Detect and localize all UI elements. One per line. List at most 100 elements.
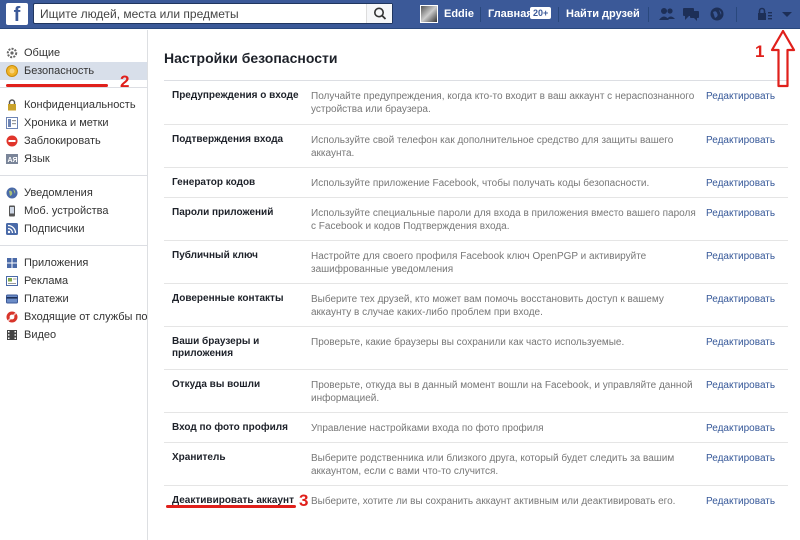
sidebar-item-mobile[interactable]: Моб. устройства [0, 202, 147, 220]
setting-row-where-logged-in[interactable]: Откуда вы вошли Проверьте, откуда вы в д… [164, 370, 788, 413]
divider [736, 7, 737, 22]
avatar[interactable] [420, 5, 438, 23]
setting-label: Доверенные контакты [172, 293, 284, 304]
block-icon [6, 135, 18, 147]
setting-row-trusted-contacts[interactable]: Доверенные контакты Выберите тех друзей,… [164, 284, 788, 327]
sidebar-item-label: Конфиденциальность [24, 99, 136, 111]
divider [0, 245, 147, 246]
setting-description: Проверьте, откуда вы в данный момент вош… [311, 380, 693, 404]
edit-link[interactable]: Редактировать [706, 134, 775, 147]
setting-row-browsers-apps[interactable]: Ваши браузеры и приложения Проверьте, ка… [164, 327, 788, 370]
gear-icon [6, 47, 18, 59]
svg-text:AЯ: AЯ [8, 157, 18, 164]
sidebar-item-blocking[interactable]: Заблокировать [0, 132, 147, 150]
sidebar-item-label: Уведомления [24, 187, 93, 199]
sidebar-item-ads[interactable]: Реклама [0, 272, 147, 290]
setting-row-legacy-contact[interactable]: Хранитель Выберите родственника или близ… [164, 443, 788, 486]
sidebar-item-label: Реклама [24, 275, 69, 287]
setting-row-deactivate-account[interactable]: Деактивировать аккаунт Выберите, хотите … [164, 486, 788, 517]
setting-row-public-key[interactable]: Публичный ключ Настройте для своего проф… [164, 241, 788, 284]
ads-icon [6, 276, 18, 286]
privacy-lock-icon[interactable] [756, 6, 774, 22]
language-icon: AЯ [6, 154, 18, 164]
search-input[interactable] [34, 4, 368, 23]
edit-link[interactable]: Редактировать [706, 207, 775, 220]
mobile-icon [9, 205, 15, 217]
setting-description: Выберите, хотите ли вы сохранить аккаунт… [311, 496, 676, 507]
edit-link[interactable]: Редактировать [706, 336, 775, 349]
find-friends-link[interactable]: Найти друзей [566, 8, 640, 20]
sidebar-item-general[interactable]: Общие [0, 44, 147, 62]
divider [480, 7, 481, 22]
edit-link[interactable]: Редактировать [706, 495, 775, 508]
edit-link[interactable]: Редактировать [706, 379, 775, 392]
profile-link[interactable]: Eddie [444, 8, 474, 20]
search-box [33, 3, 393, 24]
sidebar-item-language[interactable]: AЯ Язык [0, 150, 147, 168]
sidebar-item-label: Хроника и метки [24, 117, 109, 129]
edit-link[interactable]: Редактировать [706, 422, 775, 435]
sidebar-item-apps[interactable]: Приложения [0, 254, 147, 272]
search-button[interactable] [366, 4, 392, 23]
annotation-underline-security [6, 84, 108, 87]
video-icon [7, 330, 17, 340]
setting-label: Хранитель [172, 452, 226, 463]
setting-description: Выберите тех друзей, кто может вам помоч… [311, 294, 664, 318]
sidebar-item-followers[interactable]: Подписчики [0, 220, 147, 238]
facebook-logo[interactable]: f [6, 3, 28, 26]
sidebar-item-label: Платежи [24, 293, 69, 305]
friend-requests-icon[interactable] [658, 6, 676, 22]
setting-label: Откуда вы вошли [172, 379, 261, 390]
setting-label: Предупреждения о входе [172, 90, 299, 101]
edit-link[interactable]: Редактировать [706, 452, 775, 465]
settings-page: f Eddie Главная 20+ Найти друзей [0, 0, 800, 540]
timeline-icon [6, 117, 18, 129]
sidebar-item-notifications[interactable]: Уведомления [0, 184, 147, 202]
edit-link[interactable]: Редактировать [706, 250, 775, 263]
sidebar-item-videos[interactable]: Видео [0, 326, 147, 344]
messages-icon[interactable] [682, 6, 700, 22]
support-icon [6, 311, 18, 323]
setting-row-login-alerts[interactable]: Предупреждения о входе Получайте предупр… [164, 81, 788, 125]
setting-row-app-passwords[interactable]: Пароли приложений Используйте специальны… [164, 198, 788, 241]
setting-description: Используйте приложение Facebook, чтобы п… [311, 178, 650, 189]
setting-label: Публичный ключ [172, 250, 258, 261]
sidebar-item-label: Общие [24, 47, 61, 59]
edit-link[interactable]: Редактировать [706, 90, 775, 103]
sidebar-item-payments[interactable]: Платежи [0, 290, 147, 308]
home-link[interactable]: Главная [488, 8, 533, 20]
sidebar-item-label: Видео [24, 329, 57, 341]
sidebar-item-label: Входящие от службы по... [24, 311, 147, 323]
sidebar-item-label: Безопасность [24, 65, 95, 77]
annotation-marker-3: 3 [299, 491, 309, 510]
notifications-globe-icon[interactable] [708, 6, 726, 22]
sidebar-item-privacy[interactable]: Конфиденциальность [0, 96, 147, 114]
sidebar-item-timeline[interactable]: Хроника и метки [0, 114, 147, 132]
setting-label: Подтверждения входа [172, 134, 284, 145]
sidebar-item-support-inbox[interactable]: Входящие от службы по... [0, 308, 147, 326]
setting-label: Пароли приложений [172, 207, 274, 218]
setting-row-code-generator[interactable]: Генератор кодов Используйте приложение F… [164, 168, 788, 198]
search-icon [374, 7, 387, 20]
sidebar-item-label: Моб. устройства [24, 205, 109, 217]
annotation-marker-2: 2 [120, 72, 130, 91]
sidebar-item-label: Заблокировать [24, 135, 101, 147]
edit-link[interactable]: Редактировать [706, 293, 775, 306]
sidebar-item-label: Подписчики [24, 223, 85, 235]
setting-description: Используйте свой телефон как дополнитель… [311, 135, 674, 159]
edit-link[interactable]: Редактировать [706, 177, 775, 190]
home-count-badge: 20+ [530, 7, 552, 19]
setting-row-profile-photo-login[interactable]: Вход по фото профиля Управление настройк… [164, 413, 788, 443]
setting-row-login-approvals[interactable]: Подтверждения входа Используйте свой тел… [164, 125, 788, 168]
privacy-lock-icon [8, 99, 16, 111]
sidebar-item-label: Приложения [24, 257, 89, 269]
globe-icon [6, 187, 18, 199]
payments-icon [6, 294, 18, 304]
setting-label: Ваши браузеры и приложения [172, 336, 260, 359]
account-menu-arrow-icon[interactable] [778, 6, 796, 22]
setting-description: Проверьте, какие браузеры вы сохранили к… [311, 337, 625, 348]
security-settings-list: Предупреждения о входе Получайте предупр… [164, 81, 788, 517]
setting-description: Настройте для своего профиля Facebook кл… [311, 251, 647, 275]
annotation-marker-1: 1 [755, 42, 765, 61]
top-bar: f Eddie Главная 20+ Найти друзей [0, 0, 800, 29]
